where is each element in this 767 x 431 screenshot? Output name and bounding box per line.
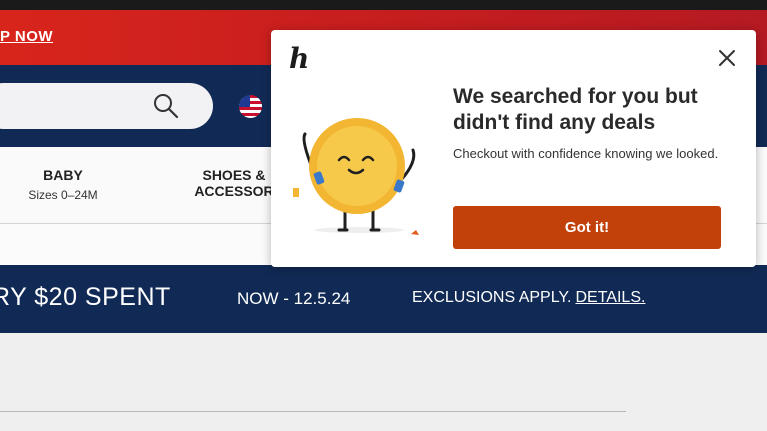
top-strip xyxy=(0,0,767,10)
category-title: SHOES & xyxy=(202,167,266,183)
category-title-line2: ACCESSOR xyxy=(194,183,274,199)
sale-headline: RY $20 SPENT xyxy=(0,283,171,311)
exclusions-text: EXCLUSIONS APPLY. xyxy=(412,289,572,306)
close-icon[interactable] xyxy=(718,49,736,67)
deals-popup: h We searched for you but didn't find an… xyxy=(271,30,756,267)
got-it-button[interactable]: Got it! xyxy=(453,206,721,249)
us-flag-icon[interactable] xyxy=(239,95,262,118)
sale-banner: RY $20 SPENT NOW - 12.5.24 EXCLUSIONS AP… xyxy=(0,265,767,333)
page-content xyxy=(0,333,767,431)
search-input[interactable] xyxy=(0,83,213,129)
shop-now-link[interactable]: P NOW xyxy=(0,28,53,45)
category-title: BABY xyxy=(43,167,83,183)
category-baby[interactable]: BABY Sizes 0–24M xyxy=(18,167,108,202)
sale-exclusions: EXCLUSIONS APPLY. DETAILS. xyxy=(412,289,645,307)
divider xyxy=(0,411,626,412)
category-subtitle: Sizes 0–24M xyxy=(28,188,98,202)
sale-date: NOW - 12.5.24 xyxy=(237,289,351,308)
details-link[interactable]: DETAILS. xyxy=(575,289,645,306)
popup-title: We searched for you but didn't find any … xyxy=(453,85,698,134)
honey-logo: h xyxy=(289,42,310,75)
category-shoes-accessories[interactable]: SHOES & ACCESSOR xyxy=(186,167,282,199)
coin-mascot-illustration xyxy=(293,118,419,235)
popup-message: Checkout with confidence knowing we look… xyxy=(453,146,719,161)
search-icon[interactable] xyxy=(152,92,180,120)
